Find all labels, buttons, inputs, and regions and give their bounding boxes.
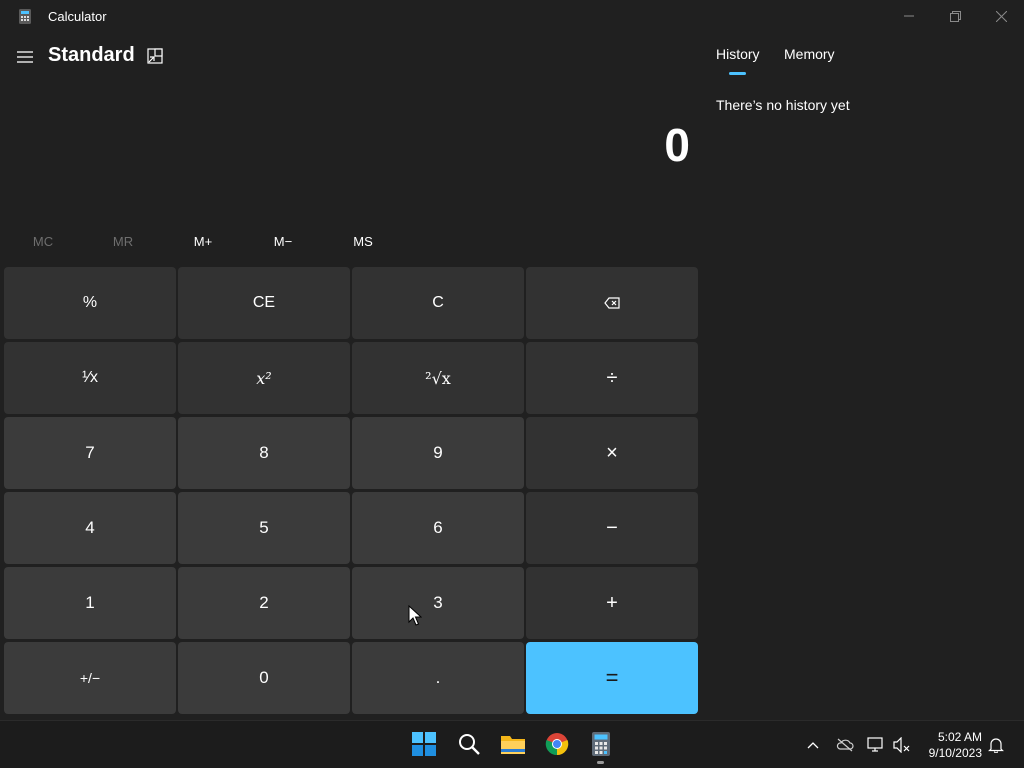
keypad: % CE C ¹⁄x x² ²√x ÷ 7 8 9 × 4 5 6 − 1 2 … <box>4 267 700 716</box>
memory-subtract-button[interactable]: M− <box>248 230 318 254</box>
percent-button[interactable]: % <box>4 267 176 339</box>
equals-button[interactable]: = <box>526 642 698 714</box>
calculator-mode-title: Standard <box>48 44 135 66</box>
volume-muted-icon <box>893 737 910 753</box>
digit-7-button[interactable]: 7 <box>4 417 176 489</box>
show-hidden-icons-button[interactable] <box>804 736 822 754</box>
onedrive-icon <box>836 738 854 752</box>
maximize-button[interactable] <box>932 0 978 32</box>
file-explorer-icon <box>501 736 525 754</box>
volume-tray-button[interactable] <box>893 736 911 754</box>
active-tab-indicator <box>729 72 746 75</box>
network-tray-button[interactable] <box>867 736 885 754</box>
notifications-button[interactable] <box>987 736 1005 754</box>
subtract-button[interactable]: − <box>526 492 698 564</box>
chrome-button[interactable] <box>544 731 570 757</box>
title-bar: Calculator <box>0 0 1024 32</box>
keep-on-top-icon[interactable] <box>146 47 164 65</box>
search-button[interactable] <box>456 731 482 757</box>
digit-8-button[interactable]: 8 <box>178 417 350 489</box>
network-icon <box>867 737 883 752</box>
calculator-icon <box>19 9 31 24</box>
minimize-icon <box>904 15 914 17</box>
windows-start-icon <box>412 732 436 756</box>
backspace-button[interactable] <box>526 267 698 339</box>
digit-9-button[interactable]: 9 <box>352 417 524 489</box>
chrome-icon <box>545 733 569 756</box>
add-button[interactable]: + <box>526 567 698 639</box>
search-icon <box>459 734 480 755</box>
clear-entry-button[interactable]: CE <box>178 267 350 339</box>
maximize-icon <box>949 10 961 22</box>
divide-button[interactable]: ÷ <box>526 342 698 414</box>
digit-0-button[interactable]: 0 <box>178 642 350 714</box>
digit-6-button[interactable]: 6 <box>352 492 524 564</box>
digit-4-button[interactable]: 4 <box>4 492 176 564</box>
history-empty-message: There’s no history yet <box>716 97 850 113</box>
tab-memory[interactable]: Memory <box>784 46 835 62</box>
memory-store-button[interactable]: MS <box>328 230 398 254</box>
digit-3-button[interactable]: 3 <box>352 567 524 639</box>
active-app-indicator <box>597 761 604 764</box>
chevron-up-icon <box>807 742 819 749</box>
navigation-menu-button[interactable] <box>14 46 36 68</box>
square-button[interactable]: x² <box>178 342 350 414</box>
negate-button[interactable]: +/− <box>4 642 176 714</box>
backspace-icon <box>604 297 620 309</box>
multiply-button[interactable]: × <box>526 417 698 489</box>
file-explorer-button[interactable] <box>500 731 526 757</box>
clock-time: 5:02 AM <box>937 730 982 744</box>
hamburger-icon <box>17 51 33 63</box>
memory-clear-button[interactable]: MC <box>8 230 78 254</box>
result-display: 0 <box>664 119 690 171</box>
calculator-icon <box>592 732 610 756</box>
digit-5-button[interactable]: 5 <box>178 492 350 564</box>
clear-button[interactable]: C <box>352 267 524 339</box>
digit-2-button[interactable]: 2 <box>178 567 350 639</box>
mouse-cursor-icon <box>408 605 422 626</box>
clock-date: 9/10/2023 <box>928 746 982 760</box>
digit-1-button[interactable]: 1 <box>4 567 176 639</box>
reciprocal-button[interactable]: ¹⁄x <box>4 342 176 414</box>
close-button[interactable] <box>978 0 1024 32</box>
start-button[interactable] <box>411 731 437 757</box>
square-root-button[interactable]: ²√x <box>352 342 524 414</box>
memory-add-button[interactable]: M+ <box>168 230 238 254</box>
minimize-button[interactable] <box>886 0 932 32</box>
window-title: Calculator <box>48 9 107 24</box>
memory-recall-button[interactable]: MR <box>88 230 158 254</box>
onedrive-tray-button[interactable] <box>836 736 854 754</box>
taskbar-clock[interactable]: 5:02 AM 9/10/2023 <box>920 729 982 761</box>
tab-history[interactable]: History <box>716 46 760 62</box>
calculator-taskbar-button[interactable] <box>588 731 614 757</box>
taskbar: 5:02 AM 9/10/2023 <box>0 720 1024 768</box>
bell-icon <box>988 738 1004 753</box>
decimal-button[interactable]: . <box>352 642 524 714</box>
close-icon <box>995 10 1007 22</box>
